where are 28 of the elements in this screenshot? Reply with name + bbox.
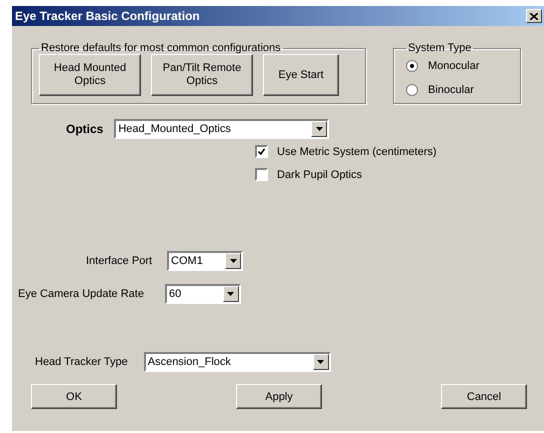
checkbox-label: Dark Pupil Optics (277, 168, 362, 180)
checkbox[interactable] (255, 168, 268, 181)
window-title: Eye Tracker Basic Configuration (15, 9, 200, 23)
dialog-button[interactable]: Apply (236, 384, 322, 409)
checkbox[interactable] (255, 145, 268, 158)
radio-label: Monocular (428, 60, 480, 72)
preset-button[interactable]: Eye Start (263, 54, 339, 96)
field-label: Head Tracker Type (35, 356, 128, 368)
dropdown[interactable]: Head_Mounted_Optics (114, 119, 330, 139)
radio-button[interactable] (406, 60, 418, 72)
dialog-button[interactable]: Cancel (441, 384, 527, 409)
field-label: Eye Camera Update Rate (18, 288, 144, 300)
preset-button[interactable]: Head Mounted Optics (39, 54, 141, 96)
check-icon (258, 148, 265, 155)
preset-button[interactable]: Pan/Tilt Remote Optics (151, 54, 253, 96)
dropdown[interactable]: 60 (164, 284, 241, 304)
radio-label: Binocular (428, 84, 474, 96)
dropdown[interactable]: Ascension_Flock (144, 352, 331, 372)
radio-button[interactable] (406, 84, 418, 96)
group-label: System Type (407, 42, 472, 54)
checkbox-label: Use Metric System (centimeters) (277, 146, 437, 158)
dropdown[interactable]: COM1 (167, 251, 244, 271)
group-label: Restore defaults for most common configurations (40, 42, 282, 54)
close-button[interactable] (526, 9, 542, 23)
field-label: Interface Port (86, 255, 152, 267)
close-icon (530, 12, 538, 20)
dialog-button[interactable]: OK (31, 384, 117, 409)
field-label: Optics (66, 122, 104, 136)
